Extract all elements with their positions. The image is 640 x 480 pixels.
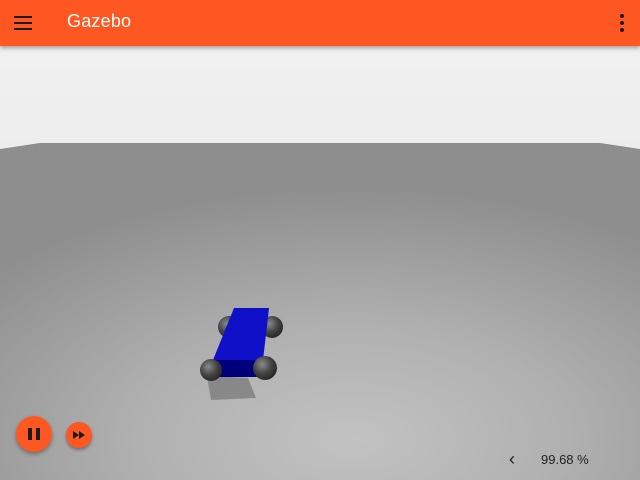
app-title: Gazebo	[67, 11, 132, 31]
real-time-factor-toggle[interactable]: ‹	[505, 449, 519, 469]
3d-viewport[interactable]	[0, 46, 640, 480]
pause-button[interactable]	[16, 416, 52, 452]
app-toolbar: Gazebo	[0, 0, 640, 46]
chevron-left-icon: ‹	[509, 449, 515, 469]
real-time-factor-value: 99.68 %	[541, 452, 589, 467]
menu-button[interactable]	[12, 13, 34, 33]
front-left-wheel	[200, 359, 222, 381]
fast-forward-icon	[73, 431, 85, 439]
more-options-button[interactable]	[618, 12, 626, 34]
ground-plane	[0, 143, 640, 480]
gazebo-app: Gazebo ‹ 99.68 %	[0, 0, 640, 480]
step-button[interactable]	[66, 422, 92, 448]
front-right-wheel	[253, 356, 277, 380]
